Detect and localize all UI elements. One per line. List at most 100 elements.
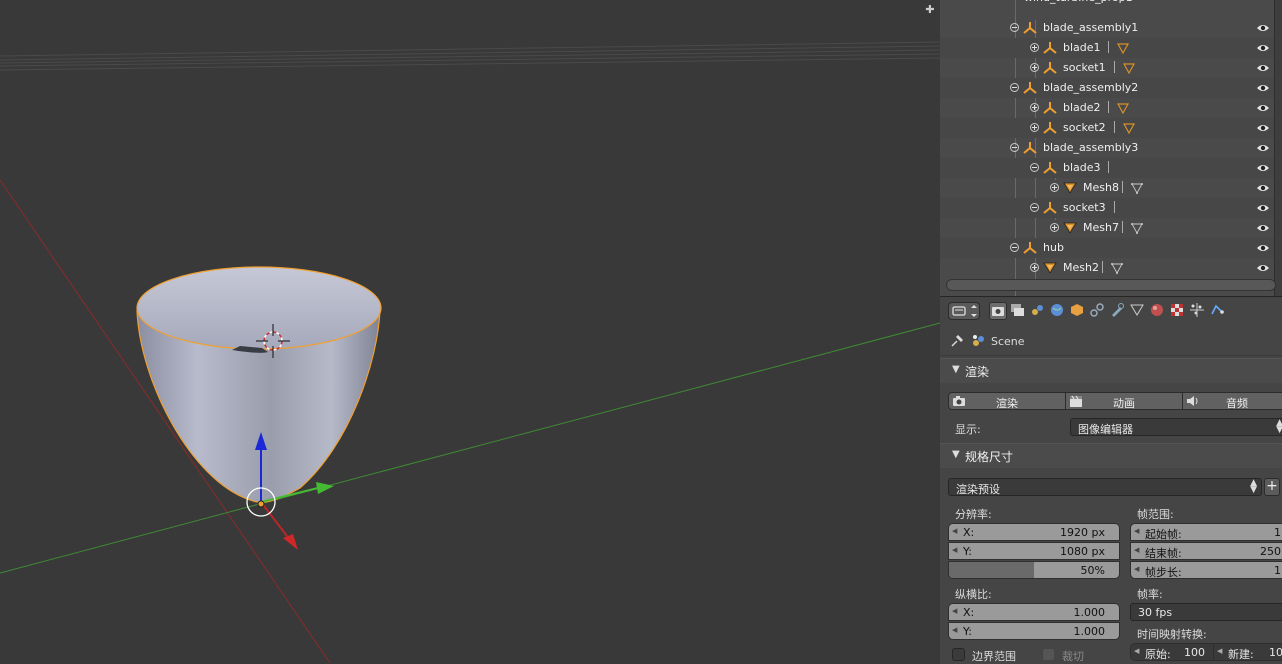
editor-type-menu[interactable] xyxy=(948,302,980,320)
eye-icon[interactable] xyxy=(1256,181,1270,195)
eye-icon[interactable] xyxy=(1256,241,1270,255)
texture-tab-icon[interactable] xyxy=(1169,302,1187,320)
eye-icon[interactable] xyxy=(1256,81,1270,95)
outliner-partial-label: wind_turbine_prop1 xyxy=(1024,0,1133,4)
outliner-row[interactable]: socket1 xyxy=(940,58,1282,78)
eye-icon[interactable] xyxy=(1256,41,1270,55)
mesh-object-icon xyxy=(1063,222,1077,234)
time-old-field[interactable]: ◀ 原始: 100 xyxy=(1130,643,1214,661)
time-remapping-label: 时间映射转换: xyxy=(1137,628,1207,641)
frame-range-label: 帧范围: xyxy=(1137,508,1174,521)
crop-checkbox[interactable] xyxy=(1042,648,1055,661)
outliner-panel[interactable]: wind_turbine_prop1 blade_assembly1 blade1… xyxy=(940,0,1282,296)
outliner-row[interactable]: blade3 xyxy=(940,158,1282,178)
particles-tab-icon[interactable] xyxy=(1189,302,1207,320)
eye-icon[interactable] xyxy=(1256,61,1270,75)
display-dropdown[interactable]: 图像编辑器 ▲▼ xyxy=(1070,418,1282,436)
render-image-button[interactable]: 渲染 xyxy=(948,392,1066,410)
expand-icon[interactable] xyxy=(1030,263,1039,272)
expand-icon[interactable] xyxy=(1030,63,1039,72)
eye-icon[interactable] xyxy=(1256,221,1270,235)
outliner-row[interactable]: blade1 xyxy=(940,38,1282,58)
outliner-row[interactable]: Mesh7 xyxy=(940,218,1282,238)
expand-icon[interactable] xyxy=(1030,123,1039,132)
render-animation-button[interactable]: 动画 xyxy=(1065,392,1183,410)
outliner-row[interactable]: socket2 xyxy=(940,118,1282,138)
aspect-x-field[interactable]: ◀ X: 1.000 xyxy=(948,603,1120,621)
crop-label: 裁切 xyxy=(1062,650,1084,663)
display-value: 图像编辑器 xyxy=(1078,423,1133,436)
outliner-row[interactable]: Mesh8 xyxy=(940,178,1282,198)
frame-end-field[interactable]: ◀ 结束帧: 250 xyxy=(1130,542,1282,560)
outliner-row[interactable]: blade_assembly1 xyxy=(940,18,1282,38)
constraints-tab-icon[interactable] xyxy=(1089,302,1107,320)
outliner-item-label: Mesh7 xyxy=(1083,221,1119,234)
expand-icon[interactable] xyxy=(1050,223,1059,232)
slider-fill xyxy=(949,562,1034,578)
resolution-x-field[interactable]: ◀ X: 1920 px xyxy=(948,523,1120,541)
properties-editor[interactable]: Scene ▼ 渲染 渲染 动画 音频 显示: 图像编辑器 ▲▼ ▼ 规格尺寸 … xyxy=(940,296,1282,664)
resolution-y-field[interactable]: ◀ Y: 1080 px xyxy=(948,542,1120,560)
eye-icon[interactable] xyxy=(1256,21,1270,35)
expand-icon[interactable] xyxy=(1050,183,1059,192)
frame-step-field[interactable]: ◀ 帧步长: 1 xyxy=(1130,561,1282,579)
aspect-y-field[interactable]: ◀ Y: 1.000 xyxy=(948,622,1120,640)
collapse-icon[interactable] xyxy=(1030,203,1039,212)
eye-icon[interactable] xyxy=(1256,161,1270,175)
eye-icon[interactable] xyxy=(1256,121,1270,135)
3d-viewport[interactable]: ✚ xyxy=(0,0,940,663)
physics-tab-icon[interactable] xyxy=(1209,302,1227,320)
world-tab-icon[interactable] xyxy=(1049,302,1067,320)
add-preset-button[interactable]: + xyxy=(1264,478,1280,496)
collapse-triangle-icon: ▼ xyxy=(952,364,960,375)
collapse-icon[interactable] xyxy=(1010,243,1019,252)
plus-icon[interactable]: ✚ xyxy=(924,4,936,16)
frame-start-field[interactable]: ◀ 起始帧: 1 xyxy=(1130,523,1282,541)
separator xyxy=(1102,261,1103,273)
render-tab-icon[interactable] xyxy=(989,302,1007,320)
scene-label: Scene xyxy=(991,335,1025,348)
eye-icon[interactable] xyxy=(1256,101,1270,115)
outliner-row[interactable]: blade_assembly3 xyxy=(940,138,1282,158)
outliner-row[interactable]: hub xyxy=(940,238,1282,258)
modifiers-tab-icon[interactable] xyxy=(1109,302,1127,320)
pin-icon[interactable] xyxy=(950,334,964,348)
render-layers-tab-icon[interactable] xyxy=(1009,302,1027,320)
expand-icon[interactable] xyxy=(1030,103,1039,112)
frame-rate-dropdown[interactable]: 30 fps xyxy=(1130,603,1282,621)
eye-icon[interactable] xyxy=(1256,141,1270,155)
material-tab-icon[interactable] xyxy=(1149,302,1167,320)
render-image-label: 渲染 xyxy=(996,397,1018,410)
render-panel-header[interactable]: ▼ 渲染 xyxy=(940,358,1282,383)
outliner-row[interactable]: blade_assembly2 xyxy=(940,78,1282,98)
time-old-value: 100 xyxy=(1184,646,1205,659)
mesh-data-icon xyxy=(1111,263,1123,274)
collapse-icon[interactable] xyxy=(1010,83,1019,92)
object-tab-icon[interactable] xyxy=(1069,302,1087,320)
display-label: 显示: xyxy=(955,423,981,436)
eye-icon[interactable] xyxy=(1256,201,1270,215)
outliner-row[interactable]: blade2 xyxy=(940,98,1282,118)
aspect-y-value: 1.000 xyxy=(1073,625,1106,638)
outliner-item-label: Mesh8 xyxy=(1083,181,1119,194)
scene-tab-icon[interactable] xyxy=(1029,302,1047,320)
collapse-icon[interactable] xyxy=(1010,23,1019,32)
collapse-icon[interactable] xyxy=(1010,143,1019,152)
expand-icon[interactable] xyxy=(1030,43,1039,52)
resolution-percentage-slider[interactable]: 50% xyxy=(948,561,1120,579)
border-checkbox[interactable] xyxy=(952,648,965,661)
outliner-horizontal-scrollbar[interactable] xyxy=(946,279,1276,291)
time-new-field[interactable]: ◀新建:100 xyxy=(1213,643,1282,661)
collapse-icon[interactable] xyxy=(1030,163,1039,172)
outliner-row[interactable]: Mesh2 xyxy=(940,258,1282,278)
frame-rate-label: 帧率: xyxy=(1137,588,1163,601)
dimensions-panel-header[interactable]: ▼ 规格尺寸 xyxy=(940,443,1282,468)
separator xyxy=(1114,121,1116,133)
outliner-row[interactable]: socket3 xyxy=(940,198,1282,218)
outliner-row-partial[interactable]: wind_turbine_prop1 xyxy=(940,0,1282,8)
aspect-ratio-label: 纵横比: xyxy=(955,588,992,601)
render-preset-dropdown[interactable]: 渲染预设 ▲ ▼ xyxy=(948,478,1262,496)
render-audio-button[interactable]: 音频 xyxy=(1182,392,1282,410)
eye-icon[interactable] xyxy=(1256,261,1270,275)
data-tab-icon[interactable] xyxy=(1129,302,1147,320)
